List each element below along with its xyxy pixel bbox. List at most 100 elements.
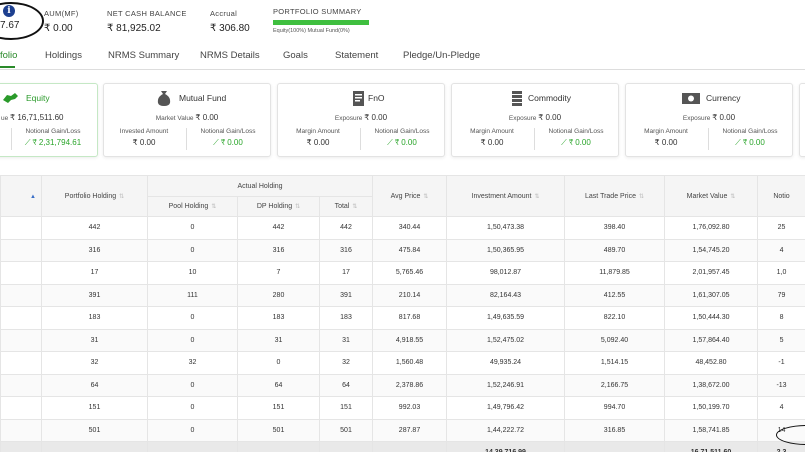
portfolio-holding-cell: 501: [41, 418, 148, 442]
tab-pledge-unpledge[interactable]: Pledge/Un-Pledge: [403, 50, 480, 61]
row-select-cell: [0, 283, 42, 307]
totals-cell: [147, 441, 238, 452]
table-row[interactable]: 64 0 64 64 2,378.86 1,52,246.91 2,166.75 1,38,6…: [0, 373, 805, 397]
trend-up-icon: ⟋: [387, 138, 393, 147]
sort-icon[interactable]: ⇅: [352, 204, 357, 210]
coin-stack-icon: [512, 91, 522, 106]
total-header[interactable]: Total ⇅: [318, 196, 374, 217]
sort-column-header[interactable]: ▲: [0, 175, 42, 217]
currency-notional-value: ⟋ ₹ 0.00: [710, 138, 790, 148]
portfolio-holding-cell: 31: [41, 328, 148, 352]
portfolio-holding-header[interactable]: Portfolio Holding ⇅: [41, 175, 148, 217]
dp-holding-cell: 64: [237, 373, 320, 397]
tab-holdings[interactable]: Holdings: [45, 50, 82, 61]
commodity-margin-label: Margin Amount: [470, 128, 514, 135]
fno-card-divider: [360, 128, 361, 150]
notional-cell: 79: [757, 283, 805, 307]
mutual-fund-card[interactable]: Mutual Fund Market Value ₹ 0.00 Invested…: [103, 83, 271, 157]
pool-holding-cell: 0: [147, 373, 238, 397]
equity-notional: Notional Gain/Loss ⟋ ₹ 2,31,794.61: [13, 128, 93, 148]
mutual-fund-notional-value: ⟋ ₹ 0.00: [188, 138, 268, 148]
tab-portfolio[interactable]: folio: [0, 50, 17, 61]
tab-goals[interactable]: Goals: [283, 50, 308, 61]
total-cell: 151: [318, 396, 374, 420]
commodity-card[interactable]: Commodity Exposure ₹ 0.00 Margin Amount …: [451, 83, 619, 157]
sort-icon[interactable]: ⇅: [211, 204, 216, 210]
portfolio-holding-cell: 391: [41, 283, 148, 307]
investment-amount-cell: 98,012.87: [446, 261, 566, 285]
table-row[interactable]: 31 0 31 31 4,918.55 1,52,475.02 5,092.40 1,57,8…: [0, 328, 805, 352]
sort-asc-icon[interactable]: ▲: [30, 194, 36, 200]
holdings-table: ▲ Portfolio Holding ⇅ Actual Holding Avg …: [0, 175, 805, 452]
market-value-total: 16,71,511.60: [664, 441, 759, 452]
mutual-fund-market-value: Market Value ₹ 0.00: [104, 113, 270, 122]
currency-card-divider: [708, 128, 709, 150]
notional-header[interactable]: Notio: [757, 175, 805, 217]
sort-icon[interactable]: ⇅: [639, 194, 644, 200]
tab-statement[interactable]: Statement: [335, 50, 378, 61]
notional-cell: -1: [757, 351, 805, 375]
last-trade-price-cell: 398.40: [564, 216, 666, 240]
market-value-cell: 48,452.80: [664, 351, 759, 375]
last-trade-price-cell: 11,879.85: [564, 261, 666, 285]
fno-margin: Margin Amount ₹ 0.00: [278, 128, 358, 147]
totals-cell: [0, 441, 42, 452]
tab-nrms-details[interactable]: NRMS Details: [200, 50, 260, 61]
fno-notional-value: ⟋ ₹ 0.00: [362, 138, 442, 148]
pool-holding-cell: 0: [147, 238, 238, 262]
currency-card[interactable]: Currency Exposure ₹ 0.00 Margin Amount ₹…: [625, 83, 793, 157]
portfolio-holding-cell: 64: [41, 373, 148, 397]
dp-holding-cell: 316: [237, 238, 320, 262]
table-row[interactable]: 316 0 316 316 475.84 1,50,365.95 489.70 1,54,74…: [0, 238, 805, 262]
table-row[interactable]: 501 0 501 501 287.87 1,44,222.72 316.85 1,58,74…: [0, 418, 805, 442]
market-value-header[interactable]: Market Value ⇅: [664, 175, 759, 217]
market-value-cell: 1,50,444.30: [664, 306, 759, 330]
investment-amount-cell: 49,935.24: [446, 351, 566, 375]
notional-cell: 4: [757, 238, 805, 262]
total-cell: 316: [318, 238, 374, 262]
sort-icon[interactable]: ⇅: [119, 194, 124, 200]
sort-icon[interactable]: ⇅: [423, 194, 428, 200]
sort-icon[interactable]: ⇅: [295, 204, 300, 210]
notional-cell: 1,0: [757, 261, 805, 285]
trend-up-icon: ⟋: [24, 138, 31, 147]
tab-nrms-summary[interactable]: NRMS Summary: [108, 50, 179, 61]
table-row[interactable]: 32 32 0 32 1,560.48 49,935.24 1,514.15 48,452.8…: [0, 351, 805, 375]
currency-notional: Notional Gain/Loss ⟋ ₹ 0.00: [710, 128, 790, 148]
dp-holding-header[interactable]: DP Holding ⇅: [237, 196, 320, 217]
investment-amount-cell: 82,164.43: [446, 283, 566, 307]
currency-exposure: Exposure ₹ 0.00: [626, 113, 792, 122]
investment-amount-header[interactable]: Investment Amount ⇅: [446, 175, 566, 217]
totals-cell: [564, 441, 666, 452]
mutual-fund-market-value-label: Market Value: [155, 115, 194, 122]
table-row[interactable]: 183 0 183 183 817.68 1,49,635.59 822.10 1,50,44…: [0, 306, 805, 330]
notional-cell: -13: [757, 373, 805, 397]
avg-price-header[interactable]: Avg Price ⇅: [372, 175, 448, 217]
dp-holding-cell: 151: [237, 396, 320, 420]
table-row[interactable]: 151 0 151 151 992.03 1,49,796.42 994.70 1,50,19…: [0, 396, 805, 420]
pool-holding-header[interactable]: Pool Holding ⇅: [147, 196, 238, 217]
trend-up-icon: ⟋: [213, 138, 219, 147]
last-trade-price-header[interactable]: Last Trade Price ⇅: [564, 175, 666, 217]
table-row[interactable]: 442 0 442 442 340.44 1,50,473.38 398.40 1,76,09…: [0, 216, 805, 240]
commodity-margin: Margin Amount ₹ 0.00: [452, 128, 532, 147]
row-select-cell: [0, 216, 42, 240]
fno-card[interactable]: FnO Exposure ₹ 0.00 Margin Amount ₹ 0.00…: [277, 83, 445, 157]
mutual-fund-market-value-amount: ₹ 0.00: [195, 113, 219, 122]
total-cell: 183: [318, 306, 374, 330]
market-value-cell: 1,50,199.70: [664, 396, 759, 420]
table-row[interactable]: 17 10 7 17 5,765.46 98,012.87 11,879.85 2,01,95…: [0, 261, 805, 285]
currency-notional-amount: ₹ 0.00: [743, 138, 765, 147]
commodity-exposure-label: Exposure: [508, 115, 537, 122]
table-row[interactable]: 391 111 280 391 210.14 82,164.43 412.55 1,61,30…: [0, 283, 805, 307]
portfolio-holding-cell: 183: [41, 306, 148, 330]
pool-holding-cell: 0: [147, 216, 238, 240]
sort-icon[interactable]: ⇅: [534, 194, 539, 200]
equity-card-title: Equity: [26, 93, 50, 103]
equity-card[interactable]: Equity ue ₹ 16,71,511.60 Notional Gain/L…: [0, 83, 98, 157]
sort-icon[interactable]: ⇅: [730, 194, 735, 200]
pool-holding-cell: 0: [147, 328, 238, 352]
dp-holding-cell: 442: [237, 216, 320, 240]
next-card-edge[interactable]: [799, 83, 805, 157]
portfolio-holding-cell: 151: [41, 396, 148, 420]
